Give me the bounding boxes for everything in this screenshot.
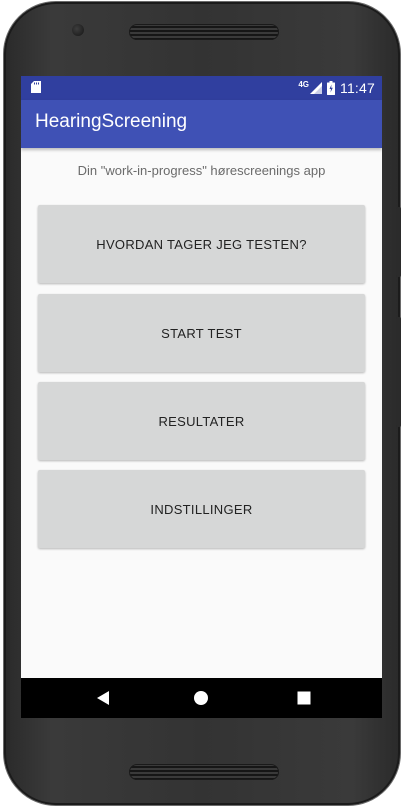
sd-card-icon — [31, 81, 41, 93]
nav-recents-button[interactable] — [274, 678, 334, 718]
front-camera — [72, 24, 84, 36]
signal-icon — [310, 82, 322, 94]
volume-button — [396, 317, 401, 427]
nav-home-button[interactable] — [171, 678, 231, 718]
status-time: 11:47 — [340, 80, 375, 96]
start-test-button[interactable]: START TEST — [38, 294, 365, 372]
results-button[interactable]: RESULTATER — [38, 382, 365, 460]
navigation-bar — [21, 678, 382, 718]
app-bar: HearingScreening — [21, 100, 382, 148]
phone-frame: 4G 11:47 HearingScreening Din "work-in-p… — [4, 2, 401, 805]
app-title: HearingScreening — [35, 111, 188, 132]
subtitle-text: Din "work-in-progress" hørescreenings ap… — [77, 163, 326, 178]
home-icon — [194, 691, 208, 705]
bottom-speaker-grille — [129, 764, 279, 780]
screen: 4G 11:47 HearingScreening Din "work-in-p… — [21, 76, 382, 718]
settings-button[interactable]: INDSTILLINGER — [38, 470, 365, 548]
recents-icon — [297, 691, 311, 705]
status-bar: 4G 11:47 — [21, 76, 382, 100]
back-icon — [97, 691, 109, 705]
top-speaker-grille — [129, 24, 279, 40]
how-to-test-button[interactable]: HVORDAN TAGER JEG TESTEN? — [38, 205, 365, 283]
network-type-label: 4G — [298, 79, 309, 89]
nav-back-button[interactable] — [73, 678, 133, 718]
battery-icon — [327, 81, 335, 95]
power-button — [396, 207, 401, 277]
